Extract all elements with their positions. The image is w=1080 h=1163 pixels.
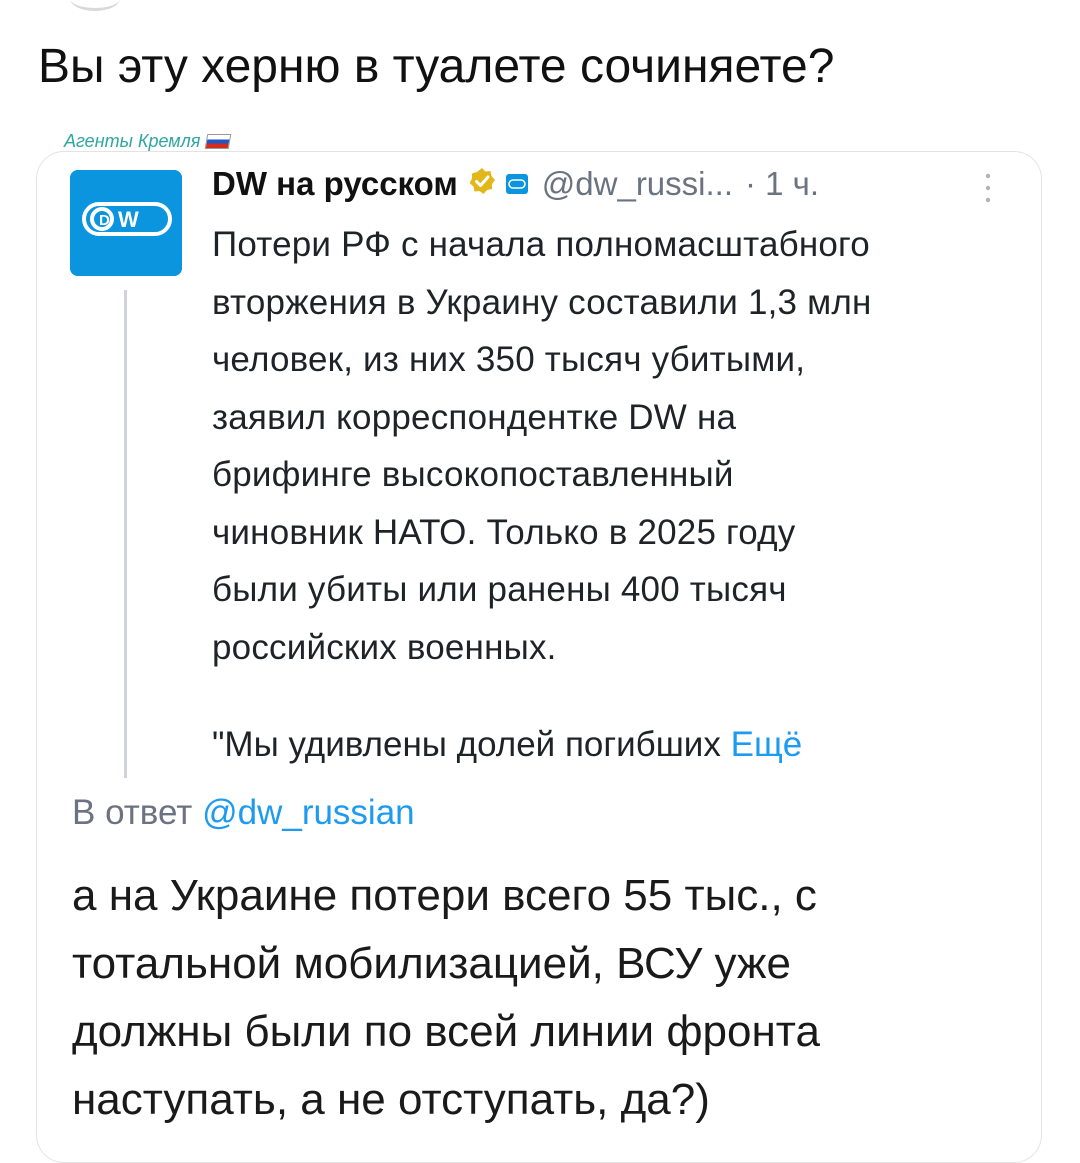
dw-logo-icon[interactable]: D W [70,170,182,276]
reply-context: В ответ @dw_russian [72,788,415,838]
dw-affiliation-badge-icon [505,174,528,194]
tweet-text-line: вторжения в Украину составили 1,3 млн [212,282,872,322]
tweet-text-line: брифинге высокопоставленный [212,455,734,494]
author-name[interactable]: DW на русском [212,165,458,203]
group-label-text: Агенты Кремля [64,131,201,151]
more-options-icon[interactable] [982,168,994,208]
thread-connector-line [124,290,127,778]
tweet-quote-line: "Мы удивлены долей погибших Ещё [212,716,802,774]
tweet-text-line: заявил корреспондентке DW на [212,397,737,437]
reply-text-line: тотальной мобилизацией, ВСУ уже [72,939,791,988]
group-label[interactable]: Агенты Кремля [64,131,232,152]
svg-text:W: W [118,207,139,232]
quote-text: "Мы удивлены долей погибших [212,725,721,764]
svg-text:D: D [99,212,110,229]
show-more-link[interactable]: Ещё [731,725,803,764]
tweet-text-line: российских военных. [212,627,557,667]
author-handle[interactable]: @dw_russi... [542,165,733,203]
reply-text-line: наступать, а не отступать, да?) [72,1075,710,1124]
tweet-text-line: Потери РФ с начала полномасштабного [212,225,870,264]
tweet-time: · 1 ч. [745,165,820,202]
previous-content-edge [70,0,120,11]
post-headline: Вы эту херню в туалете сочиняете? [38,40,835,93]
verified-badge-icon [468,165,496,203]
reply-text-line: должны были по всей линии фронта [72,1007,820,1056]
quoted-tweet-text: Потери РФ с начала полномасштабного втор… [212,216,1012,676]
russian-flag-icon [205,134,232,149]
quoted-tweet-header: DW на русском @dw_russi... · 1 ч. [212,163,819,205]
tweet-text-line: чиновник НАТО. Только в 2025 году [212,512,796,552]
reply-prefix: В ответ [72,793,193,832]
reply-text-line: а на Украине потери всего 55 тыс., с [72,871,817,920]
reply-handle-link[interactable]: @dw_russian [202,793,415,832]
tweet-text-line: были убиты или ранены 400 тысяч [212,570,787,609]
reply-text: а на Украине потери всего 55 тыс., с тот… [72,862,1012,1134]
tweet-text-line: человек, из них 350 тысяч убитыми, [212,340,806,379]
